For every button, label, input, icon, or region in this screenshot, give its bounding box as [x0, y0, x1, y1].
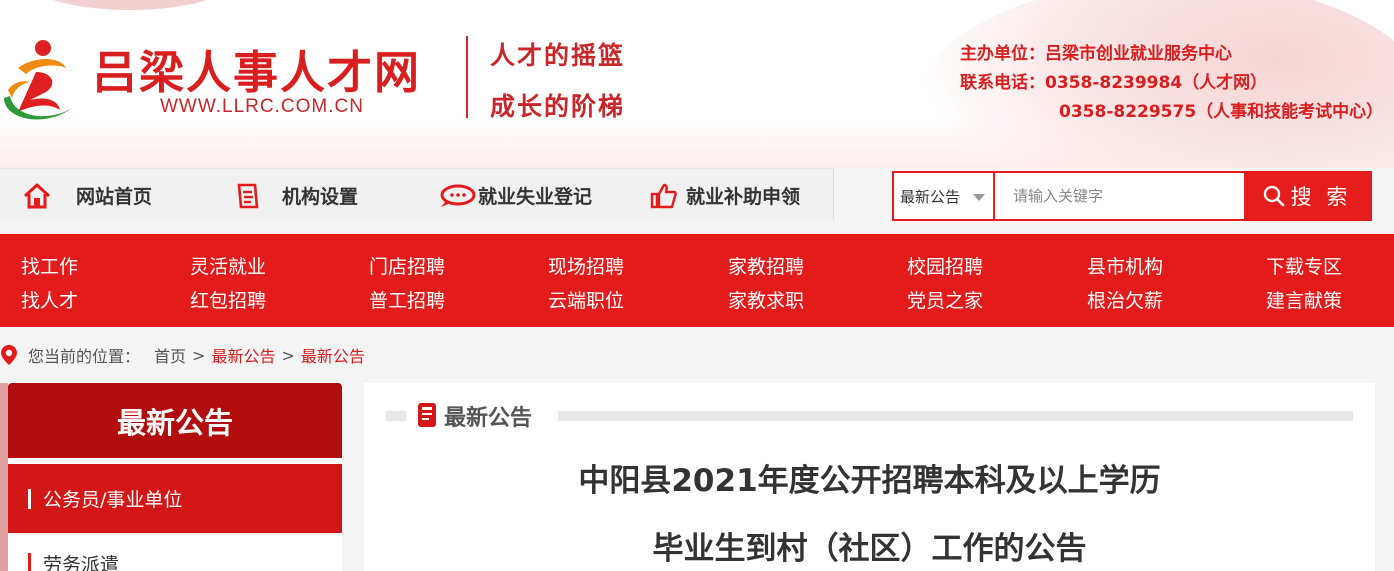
search-category-select[interactable]: 最新公告: [894, 173, 995, 219]
article-title-line-2: 毕业生到村（社区）工作的公告: [652, 531, 1087, 567]
organizer-text: 主办单位：吕梁市创业就业服务中心: [960, 44, 1232, 64]
sidebar-decoration: [0, 383, 8, 571]
category-menu: 找工作 灵活就业 门店招聘 现场招聘 家教招聘 校园招聘 县市机构 下载专区 找…: [0, 234, 1394, 327]
breadcrumb-home-link[interactable]: 首页: [154, 343, 186, 367]
sidebar: 最新公告 公务员/事业单位 劳务派遣: [0, 383, 342, 571]
section-divider: [558, 411, 1353, 421]
breadcrumb-separator: >: [192, 345, 206, 365]
nav-home-label: 网站首页: [76, 186, 153, 208]
category-link[interactable]: 普工招聘: [369, 286, 445, 313]
search-bar: 最新公告 搜 索: [892, 171, 1372, 221]
breadcrumb-level2-link[interactable]: 最新公告: [301, 343, 365, 367]
sidebar-item-civil-service[interactable]: 公务员/事业单位: [8, 464, 342, 533]
category-link[interactable]: 找人才: [21, 286, 78, 313]
nav-subsidy[interactable]: 就业补助申领: [650, 169, 800, 222]
main-content: 最新公告 中阳县2021年度公开招聘本科及以上学历 毕业生到村（社区）工作的公告: [364, 383, 1375, 571]
category-link[interactable]: 党员之家: [907, 286, 983, 313]
category-link[interactable]: 找工作: [21, 252, 78, 279]
document-icon: [237, 183, 259, 208]
phone-line-1: 联系电话：0358-8239984（人才网）: [960, 73, 1268, 93]
category-link[interactable]: 县市机构: [1087, 252, 1163, 279]
sidebar-item-label: 公务员/事业单位: [43, 489, 183, 511]
category-link[interactable]: 建言献策: [1266, 286, 1342, 313]
section-divider: [386, 411, 406, 421]
sidebar-item-marker: [28, 553, 31, 571]
search-button[interactable]: 搜 索: [1244, 173, 1370, 219]
section-title: 最新公告: [444, 406, 533, 431]
phone-line-2: 0358-8229575（人事和技能考试中心）: [1059, 102, 1384, 122]
breadcrumb-level1-link[interactable]: 最新公告: [211, 343, 275, 367]
section-header: 最新公告: [386, 402, 1353, 431]
header-decoration: [20, 0, 240, 10]
breadcrumb: 您当前的位置： 首页 > 最新公告 > 最新公告: [0, 342, 365, 368]
article-title-line-1: 中阳县2021年度公开招聘本科及以上学历: [578, 463, 1161, 499]
category-link[interactable]: 云端职位: [548, 286, 624, 313]
book-icon: [418, 403, 436, 427]
nav-register[interactable]: 就业失业登记: [438, 169, 592, 222]
search-category-value: 最新公告: [900, 187, 961, 206]
nav-org[interactable]: 机构设置: [232, 169, 358, 222]
contact-info: 主办单位：吕梁市创业就业服务中心 联系电话：0358-8239984（人才网） …: [960, 40, 1383, 127]
nav-subsidy-label: 就业补助申领: [686, 186, 801, 208]
category-link[interactable]: 现场招聘: [548, 252, 624, 279]
slogan-line-1: 人才的摇篮: [490, 41, 626, 70]
search-icon: [1263, 185, 1284, 207]
nav-org-label: 机构设置: [282, 186, 359, 208]
sidebar-item-labor-dispatch[interactable]: 劳务派遣: [8, 543, 342, 571]
category-link[interactable]: 下载专区: [1266, 252, 1342, 279]
sidebar-title: 最新公告: [8, 383, 342, 458]
thumbs-up-icon: [650, 183, 677, 208]
site-logo-icon[interactable]: [0, 38, 82, 122]
site-url: WWW.LLRC.COM.CN: [160, 96, 364, 117]
main-nav: 网站首页 机构设置 就业失业登记 就业补助申领: [0, 168, 834, 221]
home-icon: [23, 183, 51, 208]
slogan-line-2: 成长的阶梯: [490, 92, 626, 121]
sidebar-item-marker: [28, 488, 31, 509]
search-input[interactable]: [995, 173, 1244, 219]
category-link[interactable]: 根治欠薪: [1087, 286, 1163, 313]
sidebar-item-label: 劳务派遣: [43, 553, 120, 571]
header-divider: [466, 36, 468, 118]
location-pin-icon: [1, 345, 17, 365]
category-link[interactable]: 门店招聘: [369, 252, 445, 279]
category-link[interactable]: 校园招聘: [907, 252, 983, 279]
nav-register-label: 就业失业登记: [478, 186, 593, 208]
chevron-down-icon: [973, 194, 985, 201]
search-button-label: 搜 索: [1290, 185, 1352, 209]
nav-home[interactable]: 网站首页: [22, 169, 152, 222]
site-name[interactable]: 吕梁人事人才网: [92, 36, 421, 101]
chat-bubble-icon: [440, 184, 476, 207]
site-header: 吕梁人事人才网 WWW.LLRC.COM.CN 人才的摇篮 成长的阶梯 主办单位…: [0, 0, 1394, 168]
category-link[interactable]: 灵活就业: [190, 252, 266, 279]
breadcrumb-prefix: 您当前的位置：: [28, 347, 141, 366]
category-link[interactable]: 红包招聘: [190, 286, 266, 313]
category-link[interactable]: 家教招聘: [728, 252, 804, 279]
category-link[interactable]: 家教求职: [728, 286, 804, 313]
breadcrumb-separator: >: [281, 345, 295, 365]
